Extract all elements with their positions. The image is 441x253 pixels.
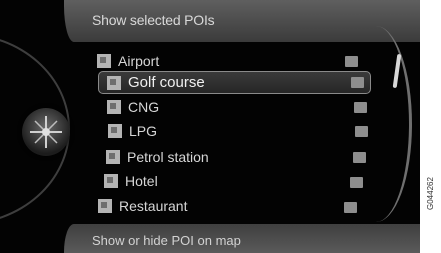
- list-item-lpg[interactable]: LPG: [108, 121, 288, 141]
- list-item-label: LPG: [129, 123, 158, 139]
- airport-icon: [97, 54, 111, 68]
- cng-icon: [107, 100, 121, 114]
- lpg-icon: [108, 124, 122, 138]
- figure-code: G044262: [426, 177, 435, 210]
- footer-hint: Show or hide POI on map: [92, 233, 241, 248]
- list-item-petrol-station[interactable]: Petrol station: [106, 147, 306, 167]
- list-item-label: Golf course: [128, 74, 205, 91]
- list-item-airport[interactable]: Airport: [97, 51, 277, 71]
- golf-course-icon: [107, 75, 121, 90]
- list-item-label: Petrol station: [127, 149, 209, 165]
- petrol-station-icon: [106, 150, 120, 164]
- hotel-icon: [104, 174, 118, 188]
- list-item-cng[interactable]: CNG: [107, 97, 287, 117]
- restaurant-icon: [98, 199, 112, 213]
- list-item-restaurant[interactable]: Restaurant: [98, 196, 278, 216]
- compass-icon: [30, 116, 62, 148]
- list-item-label: CNG: [128, 99, 160, 115]
- list-item-hotel[interactable]: Hotel: [104, 171, 284, 191]
- poi-selection-screen: Show selected POIs Airport Golf course C…: [0, 0, 441, 253]
- list-item-label: Airport: [118, 53, 160, 69]
- list-item-label: Hotel: [125, 173, 158, 189]
- page-title: Show selected POIs: [92, 12, 215, 28]
- list-item-label: Restaurant: [119, 198, 188, 214]
- navigation-knob-icon[interactable]: [22, 108, 70, 156]
- list-item-golf-course[interactable]: Golf course: [98, 71, 371, 94]
